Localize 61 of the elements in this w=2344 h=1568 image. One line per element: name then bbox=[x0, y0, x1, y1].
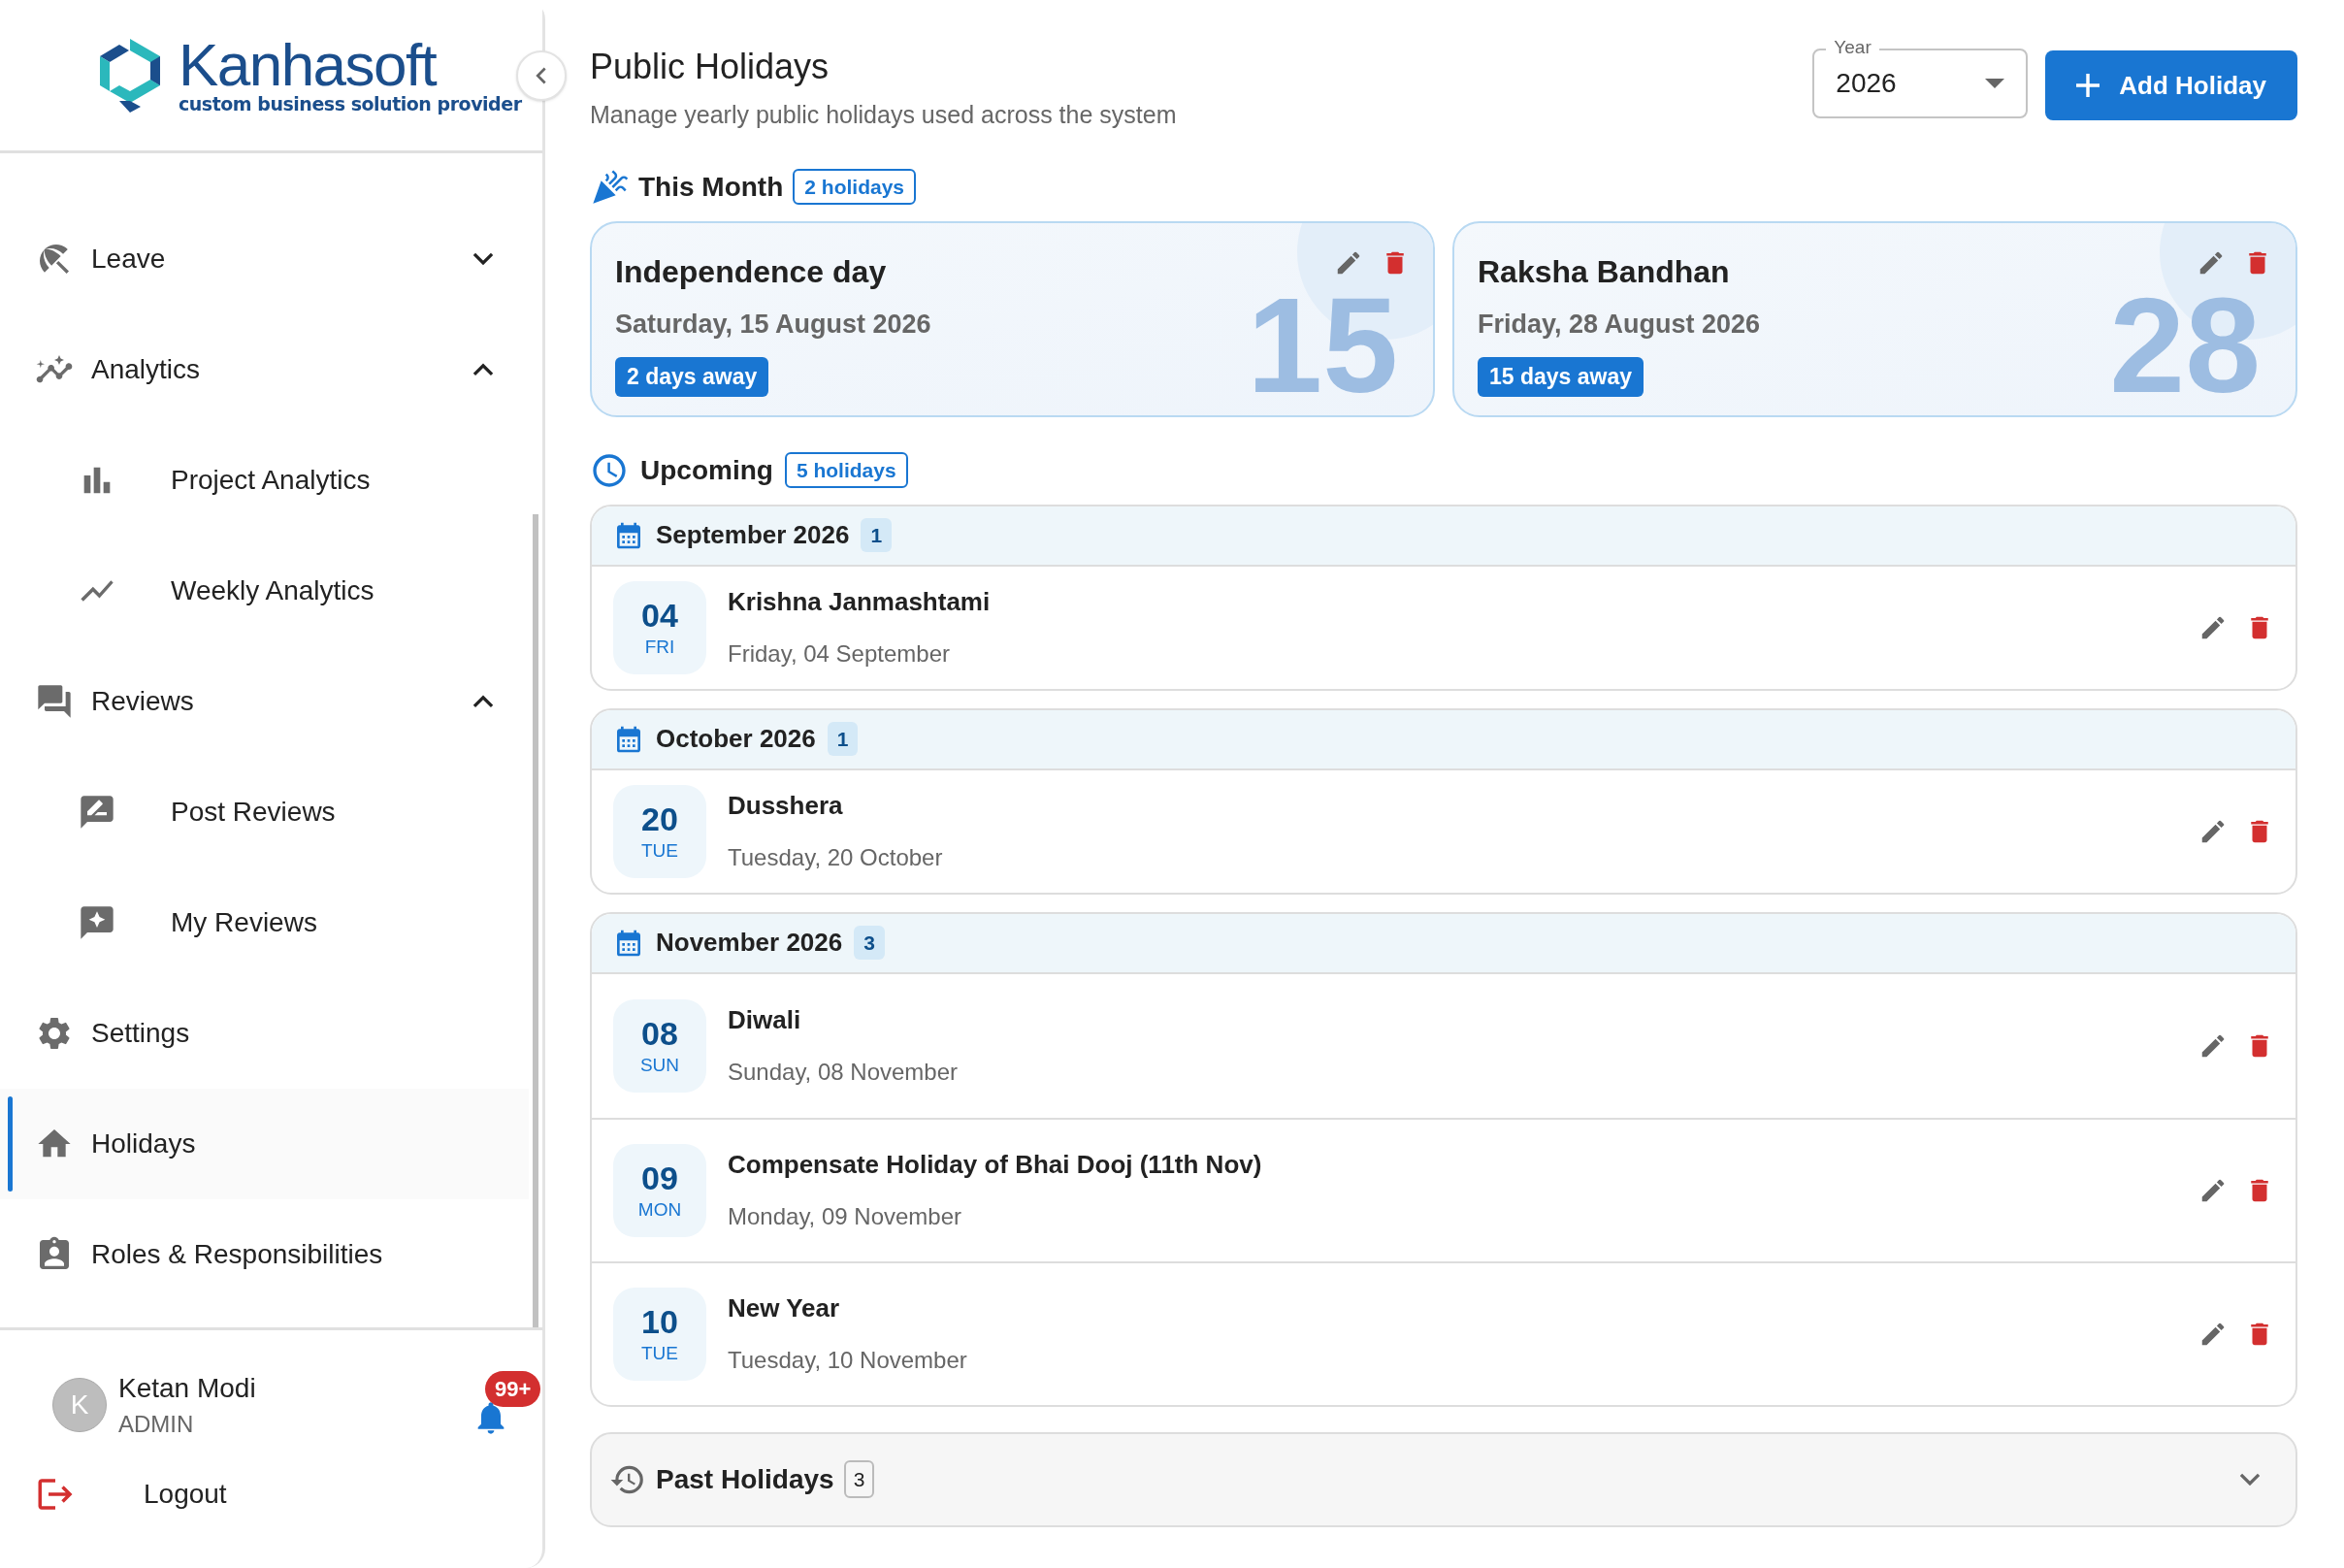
section-title: Past Holidays bbox=[656, 1462, 834, 1496]
nav-item[interactable]: Analytics bbox=[0, 314, 529, 425]
past-holidays-accordion[interactable]: Past Holidays 3 bbox=[590, 1431, 2297, 1527]
logout-button[interactable]: Logout bbox=[0, 1474, 227, 1515]
date-tile: 04 FRI bbox=[613, 580, 706, 674]
date-tile: 10 TUE bbox=[613, 1287, 706, 1381]
nav-subitem[interactable]: Post Reviews bbox=[0, 757, 529, 867]
count-badge: 5 holidays bbox=[784, 451, 908, 489]
dropdown-caret-icon bbox=[1985, 79, 2005, 88]
month-title: September 2026 bbox=[656, 519, 850, 551]
avatar: K bbox=[52, 1378, 107, 1432]
notification-badge: 99+ bbox=[485, 1371, 541, 1407]
chevron-down-icon bbox=[2239, 1472, 2261, 1486]
holiday-name: Raksha Bandhan bbox=[1478, 252, 1730, 291]
holiday-date: Friday, 28 August 2026 bbox=[1478, 308, 1762, 341]
holiday-date: Friday, 04 September bbox=[728, 639, 951, 669]
past-count-badge: 3 bbox=[843, 1459, 875, 1499]
nav-subitem[interactable]: Project Analytics bbox=[0, 425, 529, 536]
holiday-date: Tuesday, 20 October bbox=[728, 843, 944, 872]
holiday-name: Dusshera bbox=[728, 790, 844, 822]
logo-name: Kanhasoft bbox=[179, 36, 438, 93]
days-away-badge: 15 days away bbox=[1478, 357, 1644, 397]
plus-icon bbox=[2076, 74, 2100, 97]
days-away-badge: 2 days away bbox=[615, 357, 769, 397]
user-role: ADMIN bbox=[118, 1410, 195, 1439]
nav-subitem[interactable]: My Reviews bbox=[0, 867, 529, 978]
month-title: October 2026 bbox=[656, 723, 816, 755]
chevron-left-icon bbox=[536, 67, 547, 84]
date-tile: 09 MON bbox=[613, 1143, 706, 1237]
user-name: Ketan Modi bbox=[118, 1372, 256, 1405]
month-count-badge: 1 bbox=[861, 517, 893, 553]
holiday-name: Compensate Holiday of Bhai Dooj (11th Nov) bbox=[728, 1149, 1263, 1181]
nav-item[interactable]: Reviews bbox=[0, 646, 529, 757]
nav-subitem[interactable]: Weekly Analytics bbox=[0, 536, 529, 646]
add-holiday-button[interactable]: Add Holiday bbox=[2045, 50, 2297, 120]
section-title: Upcoming bbox=[640, 453, 773, 487]
page-subtitle: Manage yearly public holidays used across the system bbox=[590, 100, 1177, 130]
month-count-badge: 1 bbox=[827, 721, 859, 757]
page-title: Public Holidays bbox=[590, 46, 830, 88]
holiday-date: Monday, 09 November bbox=[728, 1202, 962, 1231]
nav-item[interactable]: Leave bbox=[0, 204, 529, 314]
month-title: November 2026 bbox=[656, 927, 843, 959]
day-watermark: 15 bbox=[1247, 286, 1398, 404]
scrollbar-thumb[interactable] bbox=[533, 514, 538, 1327]
day-watermark: 28 bbox=[2109, 286, 2261, 404]
month-count-badge: 3 bbox=[854, 925, 885, 961]
section-title: This Month bbox=[638, 170, 784, 204]
nav-item[interactable]: Roles & Responsibilities bbox=[0, 1199, 529, 1310]
nav-item[interactable]: Holidays bbox=[0, 1089, 529, 1199]
nav-item[interactable]: Settings bbox=[0, 978, 529, 1089]
holiday-date: Tuesday, 10 November bbox=[728, 1346, 968, 1375]
holiday-name: Diwali bbox=[728, 1004, 802, 1036]
date-tile: 20 TUE bbox=[613, 784, 706, 878]
holiday-date: Sunday, 08 November bbox=[728, 1058, 960, 1087]
count-badge: 2 holidays bbox=[793, 168, 916, 206]
holiday-name: New Year bbox=[728, 1292, 841, 1324]
holiday-name: Krishna Janmashtami bbox=[728, 586, 992, 618]
logo-tagline: custom business solution provider bbox=[179, 92, 522, 114]
holiday-date: Saturday, 15 August 2026 bbox=[615, 308, 932, 341]
holiday-name: Independence day bbox=[615, 252, 887, 291]
date-tile: 08 SUN bbox=[613, 998, 706, 1093]
